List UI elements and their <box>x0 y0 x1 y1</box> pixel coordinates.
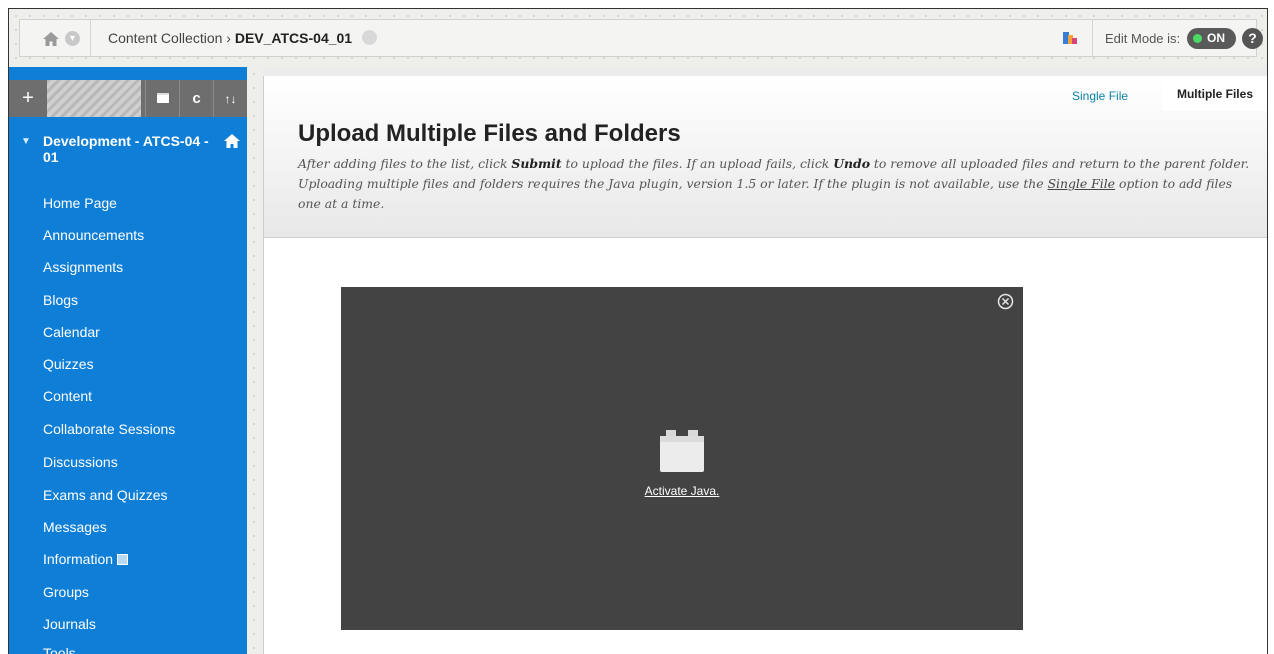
java-plugin-panel: Activate Java. <box>341 287 1023 630</box>
home-icon[interactable] <box>42 30 60 48</box>
plugin-icon <box>660 430 704 472</box>
content-badge-icon <box>117 554 129 565</box>
caret-down-icon[interactable]: ▼ <box>21 134 31 150</box>
sidebar-item-exams-and-quizzes[interactable]: Exams and Quizzes <box>43 487 168 503</box>
course-menu: + c ↑↓ ▼ Development - ATCS-04 - 01 Home… <box>9 67 247 654</box>
refresh-button[interactable]: c <box>179 80 213 117</box>
menu-gutter <box>247 67 263 654</box>
breadcrumb-root[interactable]: Content Collection <box>108 30 222 46</box>
add-menu-item-button[interactable]: + <box>9 80 47 117</box>
tab-single-file[interactable]: Single File <box>1072 89 1128 103</box>
divider <box>90 20 91 56</box>
reorder-button[interactable]: ↑↓ <box>213 80 247 117</box>
course-title-label: Development - ATCS-04 - 01 <box>43 133 209 165</box>
edit-mode-toggle[interactable]: ON <box>1187 28 1236 49</box>
sidebar-item-announcements[interactable]: Announcements <box>43 227 144 243</box>
sidebar-item-label: Information <box>43 551 114 567</box>
sidebar-item-home-page[interactable]: Home Page <box>43 195 117 211</box>
refresh-icon: c <box>192 90 201 107</box>
sidebar-item-messages[interactable]: Messages <box>43 519 107 535</box>
top-bar: ▾ Content Collection › DEV_ATCS-04_01 Ed… <box>9 9 1267 67</box>
sidebar-item-content[interactable]: Content <box>43 388 92 404</box>
display-mode-button[interactable] <box>145 80 179 117</box>
activate-java-link[interactable]: Activate Java. <box>341 484 1023 498</box>
chevron-down-icon[interactable] <box>362 30 377 45</box>
instructions-submit: Submit <box>511 156 562 171</box>
breadcrumb: Content Collection › DEV_ATCS-04_01 <box>108 30 377 46</box>
edit-mode-state: ON <box>1207 31 1225 45</box>
instructions-part: to upload the files. If an upload fails,… <box>561 156 834 171</box>
sidebar-item-discussions[interactable]: Discussions <box>43 454 118 470</box>
sidebar-item-information[interactable]: Information <box>43 551 129 567</box>
edit-mode-label: Edit Mode is: <box>1105 31 1181 46</box>
sidebar-item-groups[interactable]: Groups <box>43 584 89 600</box>
divider <box>1092 20 1093 56</box>
main-content: Single File Multiple Files Upload Multip… <box>263 76 1267 654</box>
window-icon <box>156 93 169 103</box>
course-menu-toolbar: + c ↑↓ <box>9 80 247 117</box>
help-icon[interactable]: ? <box>1242 28 1263 49</box>
sidebar-item-blogs[interactable]: Blogs <box>43 292 78 308</box>
instructions-text: After adding files to the list, click Su… <box>298 154 1258 214</box>
toolbar-filler <box>47 80 141 117</box>
theme-palette-icon[interactable] <box>1062 30 1078 46</box>
sort-icon: ↑↓ <box>224 92 237 106</box>
single-file-link[interactable]: Single File <box>1048 176 1115 191</box>
sidebar-item-journals[interactable]: Journals <box>43 616 96 632</box>
sidebar-item-assignments[interactable]: Assignments <box>43 259 123 275</box>
chevron-down-icon[interactable]: ▾ <box>65 31 80 46</box>
sidebar-item-calendar[interactable]: Calendar <box>43 324 100 340</box>
content-header: Single File Multiple Files Upload Multip… <box>264 76 1267 238</box>
close-icon[interactable] <box>997 293 1014 310</box>
page-title: Upload Multiple Files and Folders <box>298 120 681 147</box>
course-home-icon[interactable] <box>223 133 241 149</box>
sidebar-item-tools[interactable]: Tools <box>43 645 76 654</box>
toggle-on-indicator <box>1193 34 1202 43</box>
app-window: ▾ Content Collection › DEV_ATCS-04_01 Ed… <box>8 8 1268 654</box>
sidebar-item-collaborate-sessions[interactable]: Collaborate Sessions <box>43 421 175 437</box>
instructions-undo: Undo <box>833 156 870 171</box>
course-title[interactable]: ▼ Development - ATCS-04 - 01 <box>9 133 247 165</box>
breadcrumb-bar: ▾ Content Collection › DEV_ATCS-04_01 Ed… <box>19 19 1263 57</box>
breadcrumb-separator: › <box>226 30 231 46</box>
tab-multiple-files[interactable]: Multiple Files <box>1162 79 1267 111</box>
instructions-part: After adding files to the list, click <box>298 156 512 171</box>
breadcrumb-current: DEV_ATCS-04_01 <box>234 30 353 46</box>
sidebar-item-quizzes[interactable]: Quizzes <box>43 356 94 372</box>
